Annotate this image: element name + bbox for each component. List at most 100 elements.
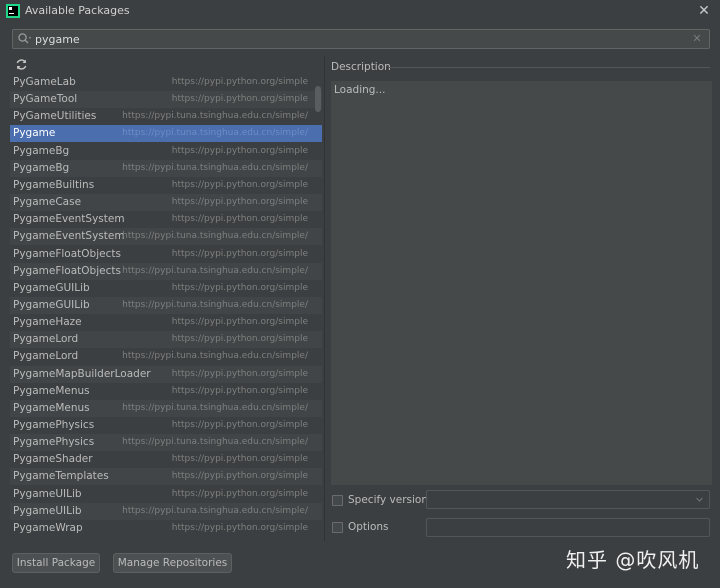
package-row[interactable]: PyGameLab https://pypi.python.org/simple bbox=[10, 74, 322, 91]
package-repository: https://pypi.python.org/simple bbox=[171, 420, 308, 430]
package-row[interactable]: PygameLord https://pypi.tuna.tsinghua.edu… bbox=[10, 348, 322, 366]
refresh-icon[interactable] bbox=[15, 58, 28, 71]
package-name: PygameLord bbox=[13, 350, 79, 363]
package-row[interactable]: PygameFloatObjects https://pypi.python.or… bbox=[10, 245, 322, 263]
package-row[interactable]: PygameMenus https://pypi.python.org/simpl… bbox=[10, 382, 322, 400]
search-icon[interactable] bbox=[17, 32, 33, 46]
package-name: PygamePhysics bbox=[13, 419, 95, 431]
package-repository: https://pypi.tuna.tsinghua.edu.cn/simple… bbox=[122, 265, 308, 276]
package-row[interactable]: PygameShader https://pypi.python.org/simp… bbox=[10, 451, 322, 469]
package-row[interactable]: PygameCase https://pypi.python.org/simple bbox=[10, 194, 322, 212]
scroll-thumb[interactable] bbox=[315, 86, 321, 112]
package-row[interactable]: PygameBuiltins https://pypi.python.org/si… bbox=[10, 176, 322, 194]
install-package-button[interactable]: Install Package bbox=[12, 553, 100, 573]
list-scrollbar[interactable] bbox=[313, 74, 322, 541]
package-name: PygameCase bbox=[13, 196, 82, 209]
package-row[interactable]: PygameBg https://pypi.tuna.tsinghua.edu.c… bbox=[10, 159, 322, 177]
package-repository: https://pypi.python.org/simple bbox=[171, 385, 308, 396]
package-repository: https://pypi.python.org/simple bbox=[171, 334, 308, 345]
search-input[interactable] bbox=[35, 31, 675, 47]
options-label: Options bbox=[348, 521, 389, 533]
options-checkbox[interactable] bbox=[332, 522, 343, 533]
package-row[interactable]: PygameMenus https://pypi.tuna.tsinghua.ed… bbox=[10, 399, 322, 417]
package-repository: https://pypi.tuna.tsinghua.edu.cn/simple… bbox=[122, 505, 308, 516]
package-repository: https://pypi.python.org/simple bbox=[171, 488, 308, 499]
version-select[interactable] bbox=[426, 490, 710, 509]
package-row[interactable]: PygameMapBuilderLoader https://pypi.pytho… bbox=[10, 365, 322, 383]
package-row[interactable]: PygameFloatObjects https://pypi.tuna.tsin… bbox=[10, 262, 322, 280]
list-toolbar bbox=[10, 56, 322, 73]
package-name: PygameMenus bbox=[13, 384, 90, 397]
package-name: PygameLord bbox=[13, 333, 79, 346]
chevron-down-icon bbox=[696, 497, 703, 502]
package-row[interactable]: PygameHaze https://pypi.python.org/simple bbox=[10, 314, 322, 332]
search-box[interactable]: ✕ bbox=[12, 29, 710, 49]
package-row[interactable]: PygameUILib https://pypi.python.org/simpl… bbox=[10, 485, 322, 503]
clear-search-icon[interactable]: ✕ bbox=[691, 31, 703, 47]
package-repository: https://pypi.tuna.tsinghua.edu.cn/simple… bbox=[122, 351, 308, 362]
package-repository: https://pypi.python.org/simple bbox=[171, 522, 308, 533]
package-list-panel: PyGameLab https://pypi.python.org/simple P… bbox=[10, 56, 322, 541]
title-bar: Available Packages ✕ bbox=[0, 0, 720, 23]
package-row[interactable]: PygameLord https://pypi.python.org/simple bbox=[10, 331, 322, 349]
package-name: PygameHaze bbox=[13, 316, 82, 329]
package-repository: https://pypi.python.org/simple bbox=[171, 197, 308, 208]
package-name: PygameWrap bbox=[13, 521, 83, 534]
description-text: Loading... bbox=[334, 84, 386, 96]
options-input[interactable] bbox=[426, 518, 710, 537]
description-separator bbox=[388, 67, 710, 68]
package-repository: https://pypi.tuna.tsinghua.edu.cn/simple… bbox=[122, 402, 308, 413]
package-name: PygameGUILib bbox=[13, 281, 90, 294]
specify-version-checkbox[interactable] bbox=[332, 495, 343, 506]
package-row[interactable]: PygameUILib https://pypi.tuna.tsinghua.ed… bbox=[10, 502, 322, 520]
package-repository: https://pypi.python.org/simple bbox=[171, 145, 308, 156]
package-repository: https://pypi.python.org/simple bbox=[171, 317, 308, 328]
package-repository: https://pypi.tuna.tsinghua.edu.cn/simple… bbox=[122, 299, 308, 310]
package-repository: https://pypi.python.org/simple bbox=[171, 368, 308, 379]
package-row[interactable]: PyGameTool https://pypi.python.org/simple bbox=[10, 91, 322, 109]
package-row[interactable]: PygameGUILib https://pypi.tuna.tsinghua.e… bbox=[10, 296, 322, 314]
package-repository: https://pypi.python.org/simple bbox=[171, 248, 308, 259]
package-row[interactable]: PygamePhysics https://pypi.python.org/sim… bbox=[10, 417, 322, 434]
specify-version-label: Specify version bbox=[348, 494, 429, 506]
package-name: PygamePhysics bbox=[13, 436, 95, 449]
description-box: Loading... bbox=[331, 81, 712, 485]
package-row[interactable]: PygamePhysics https://pypi.tuna.tsinghua.… bbox=[10, 434, 322, 452]
package-name: PygameTemplates bbox=[13, 470, 109, 483]
manage-repositories-button[interactable]: Manage Repositories bbox=[113, 553, 232, 573]
package-list[interactable]: PyGameLab https://pypi.python.org/simple P… bbox=[10, 74, 322, 541]
package-row[interactable]: PygameWrap https://pypi.python.org/simple bbox=[10, 519, 322, 537]
package-name: PygameEventSystem bbox=[13, 230, 125, 243]
package-row[interactable]: PyGameUtilities https://pypi.tuna.tsinghu… bbox=[10, 108, 322, 126]
pycharm-icon bbox=[6, 4, 20, 18]
package-row[interactable]: PygameBg https://pypi.python.org/simple bbox=[10, 142, 322, 160]
package-repository: https://pypi.python.org/simple bbox=[171, 94, 308, 105]
package-repository: https://pypi.python.org/simple bbox=[171, 282, 308, 293]
package-row[interactable]: Pygame https://pypi.tuna.tsinghua.edu.cn/… bbox=[10, 125, 322, 143]
package-name: PygameUILib bbox=[13, 504, 82, 517]
watermark: 知乎 @吹风机 bbox=[566, 548, 700, 572]
package-name: PyGameUtilities bbox=[13, 110, 97, 123]
package-row[interactable]: PygameEventSystem https://pypi.tuna.tsing… bbox=[10, 228, 322, 246]
package-name: PygameEventSystem bbox=[13, 213, 125, 226]
package-name: PygameBg bbox=[13, 144, 70, 157]
description-header: Description bbox=[331, 61, 391, 73]
package-repository: https://pypi.tuna.tsinghua.edu.cn/simple… bbox=[122, 437, 308, 448]
package-repository: https://pypi.python.org/simple bbox=[171, 454, 308, 465]
package-name: Pygame bbox=[13, 127, 56, 140]
package-name: PygameBuiltins bbox=[13, 178, 95, 191]
package-name: PygameShader bbox=[13, 453, 93, 466]
package-repository: https://pypi.python.org/simple bbox=[171, 214, 308, 225]
package-repository: https://pypi.tuna.tsinghua.edu.cn/simple… bbox=[122, 231, 308, 242]
package-row[interactable]: PygameTemplates https://pypi.python.org/s… bbox=[10, 468, 322, 486]
package-row[interactable]: PygameGUILib https://pypi.python.org/simp… bbox=[10, 279, 322, 297]
package-repository: https://pypi.tuna.tsinghua.edu.cn/simple… bbox=[122, 162, 308, 173]
panel-divider[interactable] bbox=[324, 56, 325, 541]
package-row[interactable]: PygameEventSystem https://pypi.python.org… bbox=[10, 211, 322, 229]
package-name: PygameFloatObjects bbox=[13, 264, 121, 277]
window-title: Available Packages bbox=[25, 4, 130, 17]
package-repository: https://pypi.tuna.tsinghua.edu.cn/simple… bbox=[122, 128, 308, 139]
close-button[interactable]: ✕ bbox=[695, 2, 713, 20]
package-repository: https://pypi.tuna.tsinghua.edu.cn/simple… bbox=[122, 111, 308, 122]
package-name: PygameMapBuilderLoader bbox=[13, 367, 151, 380]
